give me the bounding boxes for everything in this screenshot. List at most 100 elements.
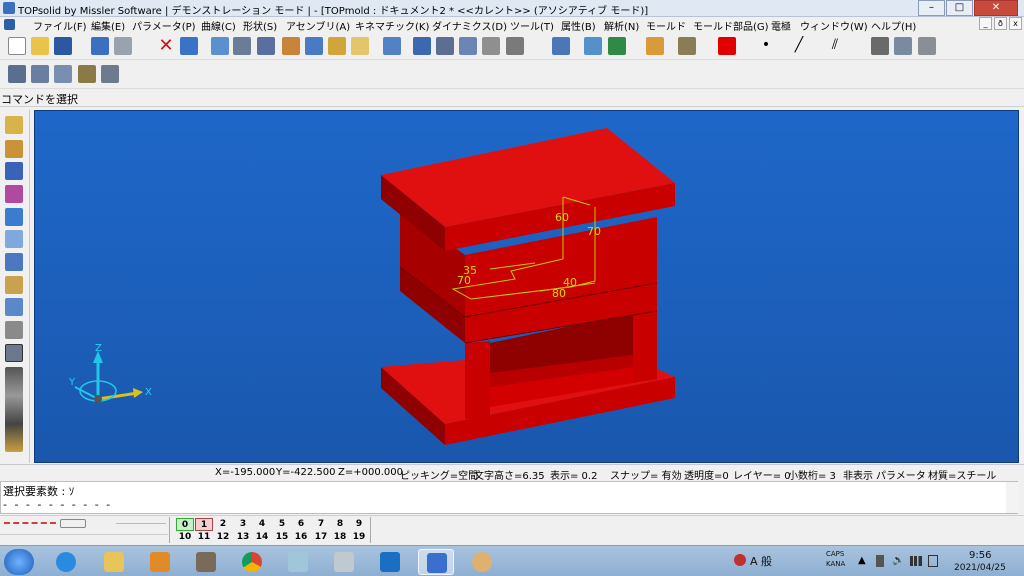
taskbar-outlook[interactable] bbox=[372, 549, 408, 575]
language-bar-icon[interactable] bbox=[734, 554, 746, 566]
view-icon[interactable] bbox=[608, 37, 626, 55]
volume-icon[interactable]: 🔈 bbox=[892, 555, 904, 566]
maximize-button[interactable]: □ bbox=[946, 0, 973, 16]
layer-button[interactable]: 13 bbox=[234, 531, 252, 544]
layer-button[interactable]: 17 bbox=[312, 531, 330, 544]
clock-date[interactable]: 2021/04/25 bbox=[954, 563, 1006, 573]
display-status[interactable]: 表示= 0.2 bbox=[550, 467, 597, 482]
menu-mold[interactable]: モールド bbox=[646, 18, 686, 33]
menu-shape[interactable]: 形状(S) bbox=[243, 18, 277, 33]
scissors-icon[interactable] bbox=[383, 37, 401, 55]
menu-window[interactable]: ウィンドウ(W) bbox=[800, 18, 868, 33]
layer-button[interactable]: 3 bbox=[234, 518, 252, 531]
mold-stack-icon[interactable] bbox=[78, 65, 96, 83]
layer-button[interactable]: 18 bbox=[331, 531, 349, 544]
layer-button[interactable]: 15 bbox=[273, 531, 291, 544]
layer-button[interactable]: 11 bbox=[195, 531, 213, 544]
taskbar-chrome[interactable] bbox=[234, 549, 270, 575]
picking-status[interactable]: ピッキング=空間 bbox=[400, 467, 478, 482]
measure-icon[interactable] bbox=[351, 37, 369, 55]
shading-icon[interactable] bbox=[646, 37, 664, 55]
zoom-fit-icon[interactable] bbox=[584, 37, 602, 55]
hammer-icon[interactable] bbox=[282, 37, 300, 55]
document-icon[interactable] bbox=[4, 19, 15, 30]
line-style-icon[interactable]: ╱ bbox=[790, 37, 808, 55]
hatch-icon[interactable]: ⫽ bbox=[826, 37, 844, 55]
snap-status[interactable]: スナップ= 有効 bbox=[610, 467, 682, 482]
pick-icon[interactable] bbox=[413, 37, 431, 55]
taskbar-media[interactable] bbox=[142, 549, 178, 575]
info-icon[interactable] bbox=[91, 37, 109, 55]
sketch-pencil-icon[interactable] bbox=[5, 116, 23, 134]
zoom-icon[interactable] bbox=[552, 37, 570, 55]
layer-button[interactable]: 12 bbox=[214, 531, 232, 544]
surface-icon[interactable] bbox=[5, 185, 23, 203]
taskbar-photos[interactable] bbox=[188, 549, 224, 575]
mold-base-icon[interactable] bbox=[918, 37, 936, 55]
layer-button[interactable]: 19 bbox=[350, 531, 368, 544]
layer-button[interactable]: 9 bbox=[350, 518, 368, 531]
regenerate-icon[interactable] bbox=[211, 37, 229, 55]
electrode-icon[interactable] bbox=[5, 321, 23, 339]
transparency-status[interactable]: 透明度=0 bbox=[684, 467, 729, 482]
layer-button[interactable]: 1 bbox=[195, 518, 213, 531]
doc-restore-button[interactable]: ð bbox=[994, 17, 1007, 30]
mold-insert-icon[interactable] bbox=[31, 65, 49, 83]
menu-tool[interactable]: ツール(T) bbox=[510, 18, 554, 33]
layer-button[interactable]: 10 bbox=[176, 531, 194, 544]
hook-icon[interactable] bbox=[482, 37, 500, 55]
line-width-icon[interactable] bbox=[60, 519, 86, 528]
action-center-icon[interactable] bbox=[928, 555, 938, 567]
kinematic-icon[interactable] bbox=[5, 276, 23, 294]
point-icon[interactable] bbox=[5, 208, 23, 226]
menu-mold-parts[interactable]: モールド部品(G) bbox=[693, 18, 769, 33]
taskbar-notes[interactable] bbox=[280, 549, 316, 575]
material-status[interactable]: 材質=スチール bbox=[928, 467, 996, 482]
layer-status[interactable]: レイヤー= 0 bbox=[733, 467, 791, 482]
layer-button[interactable]: 7 bbox=[312, 518, 330, 531]
menu-assembly[interactable]: アセンブリ(A) bbox=[286, 18, 350, 33]
line-type-icon[interactable] bbox=[4, 522, 56, 524]
slider-icon[interactable] bbox=[459, 37, 477, 55]
point-style-icon[interactable]: • bbox=[757, 37, 775, 55]
menu-parameter[interactable]: パラメータ(P) bbox=[132, 18, 196, 33]
solid-icon[interactable] bbox=[5, 162, 23, 180]
mold-cavity-icon[interactable] bbox=[54, 65, 72, 83]
mold-open-icon[interactable] bbox=[894, 37, 912, 55]
menu-analysis[interactable]: 解析(N) bbox=[604, 18, 639, 33]
open-folder-icon[interactable] bbox=[31, 37, 49, 55]
pen-icon[interactable] bbox=[506, 37, 524, 55]
output-scrollbar[interactable] bbox=[1006, 482, 1018, 513]
save-icon[interactable] bbox=[54, 37, 72, 55]
layer-button[interactable]: 2 bbox=[214, 518, 232, 531]
new-file-icon[interactable] bbox=[8, 37, 26, 55]
color-swatch[interactable] bbox=[718, 37, 736, 55]
mold-assembly-icon[interactable] bbox=[101, 65, 119, 83]
clock-time[interactable]: 9:56 bbox=[969, 550, 991, 561]
mold-plate-icon[interactable] bbox=[8, 65, 26, 83]
decimals-status[interactable]: 小数桁= 3 bbox=[788, 467, 836, 482]
curve-icon[interactable] bbox=[5, 140, 23, 158]
usb-icon[interactable] bbox=[876, 555, 884, 567]
dynamics-icon[interactable] bbox=[5, 298, 23, 316]
menu-file[interactable]: ファイル(F) bbox=[33, 18, 87, 33]
network-icon[interactable] bbox=[910, 556, 922, 566]
taskbar-explorer[interactable] bbox=[96, 549, 132, 575]
gear-tool-icon[interactable] bbox=[305, 37, 323, 55]
doc-minimize-button[interactable]: _ bbox=[979, 17, 992, 30]
menu-kinematic[interactable]: キネマチック(K) bbox=[355, 18, 429, 33]
layer-button[interactable]: 4 bbox=[253, 518, 271, 531]
menu-attribute[interactable]: 属性(B) bbox=[561, 18, 596, 33]
layer-button[interactable]: 0 bbox=[176, 518, 194, 531]
menu-dynamics[interactable]: ダイナミクス(D) bbox=[432, 18, 507, 33]
ime-indicator[interactable]: A 般 bbox=[750, 553, 772, 569]
light-icon[interactable] bbox=[678, 37, 696, 55]
taskbar-paint[interactable] bbox=[464, 549, 500, 575]
component-tools-icon[interactable] bbox=[5, 367, 23, 452]
close-button[interactable]: ✕ bbox=[974, 0, 1018, 16]
taskbar-calculator[interactable] bbox=[326, 549, 362, 575]
layer-button[interactable]: 5 bbox=[273, 518, 291, 531]
layer-button[interactable]: 6 bbox=[292, 518, 310, 531]
layer-button[interactable]: 8 bbox=[331, 518, 349, 531]
mold-icon[interactable] bbox=[871, 37, 889, 55]
